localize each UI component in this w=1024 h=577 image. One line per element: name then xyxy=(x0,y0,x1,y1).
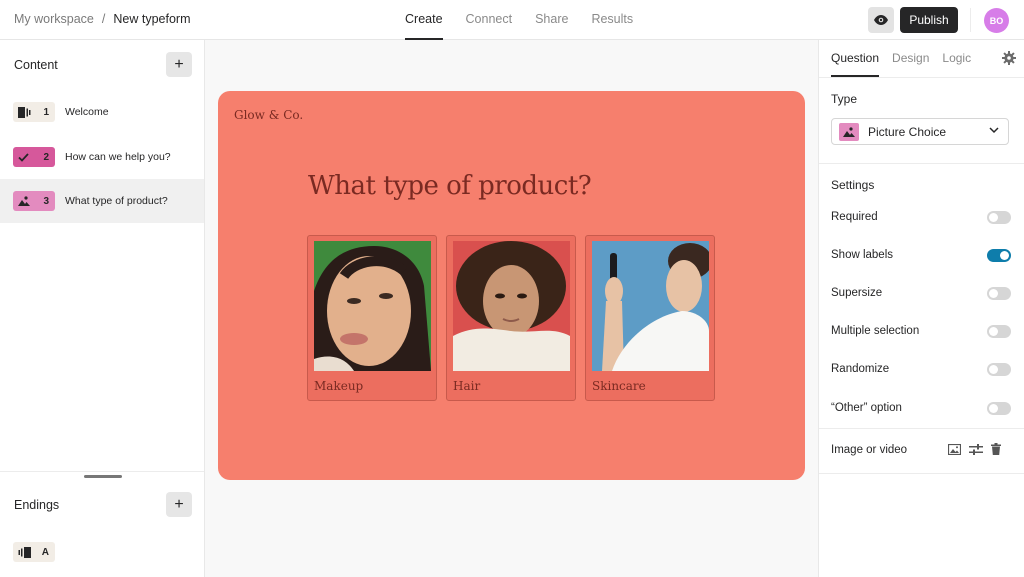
picture-icon xyxy=(18,196,30,206)
image-icon[interactable] xyxy=(948,443,961,455)
brand-logo: Glow & Co. xyxy=(234,108,304,122)
endings-heading: Endings xyxy=(14,498,60,512)
question-number: 1 xyxy=(43,106,49,118)
sidebar-item-label: What type of product? xyxy=(65,195,168,207)
required-toggle[interactable] xyxy=(987,210,1011,224)
question-badge: 1 xyxy=(13,102,55,122)
tab-share[interactable]: Share xyxy=(535,0,568,40)
resize-handle[interactable] xyxy=(84,475,122,478)
choice-skincare[interactable]: Skincare xyxy=(585,235,715,401)
question-number: 3 xyxy=(43,195,49,207)
setting-label: Supersize xyxy=(831,287,883,299)
question-badge: 2 xyxy=(13,147,55,167)
picture-icon xyxy=(843,126,855,137)
ending-badge: A xyxy=(13,542,55,562)
main-tabs: Create Connect Share Results xyxy=(405,0,633,40)
choice-image xyxy=(592,241,709,371)
checkmark-icon xyxy=(18,152,29,162)
avatar[interactable]: BO xyxy=(984,8,1009,33)
question-type-select[interactable]: Picture Choice xyxy=(831,118,1009,145)
randomize-toggle[interactable] xyxy=(987,362,1011,376)
other-option-toggle[interactable] xyxy=(987,401,1011,415)
choice-image xyxy=(314,241,431,371)
question-title[interactable]: What type of product? xyxy=(308,171,592,201)
form-preview-card[interactable]: Glow & Co. What type of product? Makeup xyxy=(218,91,805,480)
sidebar-item-welcome[interactable]: 1 Welcome xyxy=(0,90,204,134)
tab-results[interactable]: Results xyxy=(591,0,633,40)
chevron-down-icon xyxy=(989,127,999,134)
content-heading: Content xyxy=(14,58,58,72)
choice-label: Skincare xyxy=(592,379,646,393)
setting-label: Randomize xyxy=(831,363,890,375)
choice-image xyxy=(453,241,570,371)
choice-hair[interactable]: Hair xyxy=(446,235,576,401)
question-settings-panel: Question Design Logic Type Picture Choic… xyxy=(818,40,1024,577)
breadcrumb-form-name[interactable]: New typeform xyxy=(113,12,190,26)
breadcrumb-separator: / xyxy=(101,12,106,26)
panel-divider xyxy=(819,77,1024,78)
setting-label: “Other” option xyxy=(831,402,902,414)
add-ending-button[interactable]: + xyxy=(166,492,192,517)
setting-required: Required xyxy=(831,207,1011,227)
breadcrumb-workspace[interactable]: My workspace xyxy=(14,12,94,26)
adjust-icon[interactable] xyxy=(969,443,983,455)
show-labels-toggle[interactable] xyxy=(987,248,1011,262)
panel-tabs: Question Design Logic xyxy=(831,40,971,77)
question-badge: 3 xyxy=(13,191,55,211)
sidebar-item-label: Welcome xyxy=(65,106,109,118)
gear-icon[interactable] xyxy=(1002,51,1016,65)
tab-question[interactable]: Question xyxy=(831,40,880,77)
setting-label: Show labels xyxy=(831,249,894,261)
question-type-value: Picture Choice xyxy=(868,124,947,139)
topbar-divider xyxy=(970,8,971,32)
sidebar-item-product-type[interactable]: 3 What type of product? xyxy=(0,179,204,223)
tab-design[interactable]: Design xyxy=(892,40,929,77)
tab-connect[interactable]: Connect xyxy=(466,0,513,40)
settings-heading: Settings xyxy=(831,178,875,192)
tab-logic[interactable]: Logic xyxy=(942,40,971,77)
panel-divider xyxy=(819,163,1024,164)
type-heading: Type xyxy=(831,92,858,106)
choice-label: Hair xyxy=(453,379,481,393)
choice-makeup[interactable]: Makeup xyxy=(307,235,437,401)
setting-label: Multiple selection xyxy=(831,325,920,337)
top-bar: My workspace / New typeform Create Conne… xyxy=(0,0,1024,40)
panel-divider xyxy=(819,473,1024,474)
ending-letter: A xyxy=(41,546,49,558)
sidebar-item-ending[interactable]: A xyxy=(0,530,204,574)
add-content-button[interactable]: + xyxy=(166,52,192,77)
sidebar-item-label: How can we help you? xyxy=(65,151,171,163)
multiple-selection-toggle[interactable] xyxy=(987,324,1011,338)
choice-label: Makeup xyxy=(314,379,364,393)
setting-supersize: Supersize xyxy=(831,283,1011,303)
setting-randomize: Randomize xyxy=(831,359,1011,379)
sidebar-divider xyxy=(0,471,204,472)
setting-multiple-selection: Multiple selection xyxy=(831,321,1011,341)
preview-button[interactable] xyxy=(868,7,894,33)
eye-icon xyxy=(874,15,888,25)
sidebar-item-help[interactable]: 2 How can we help you? xyxy=(0,135,204,179)
ending-screen-icon xyxy=(18,546,31,558)
welcome-screen-icon xyxy=(18,106,31,118)
media-heading: Image or video xyxy=(831,444,908,456)
setting-other-option: “Other” option xyxy=(831,398,1011,418)
tab-create[interactable]: Create xyxy=(405,0,443,40)
content-sidebar: Content + 1 Welcome 2 How can we help yo… xyxy=(0,40,205,577)
question-type-tile xyxy=(839,122,859,141)
trash-icon[interactable] xyxy=(991,443,1001,455)
publish-button[interactable]: Publish xyxy=(900,7,958,33)
breadcrumb: My workspace / New typeform xyxy=(14,12,190,26)
media-actions xyxy=(948,443,1001,455)
setting-show-labels: Show labels xyxy=(831,245,1011,265)
question-number: 2 xyxy=(43,151,49,163)
form-canvas: Glow & Co. What type of product? Makeup xyxy=(205,40,818,577)
panel-divider xyxy=(819,428,1024,429)
supersize-toggle[interactable] xyxy=(987,286,1011,300)
setting-label: Required xyxy=(831,211,878,223)
